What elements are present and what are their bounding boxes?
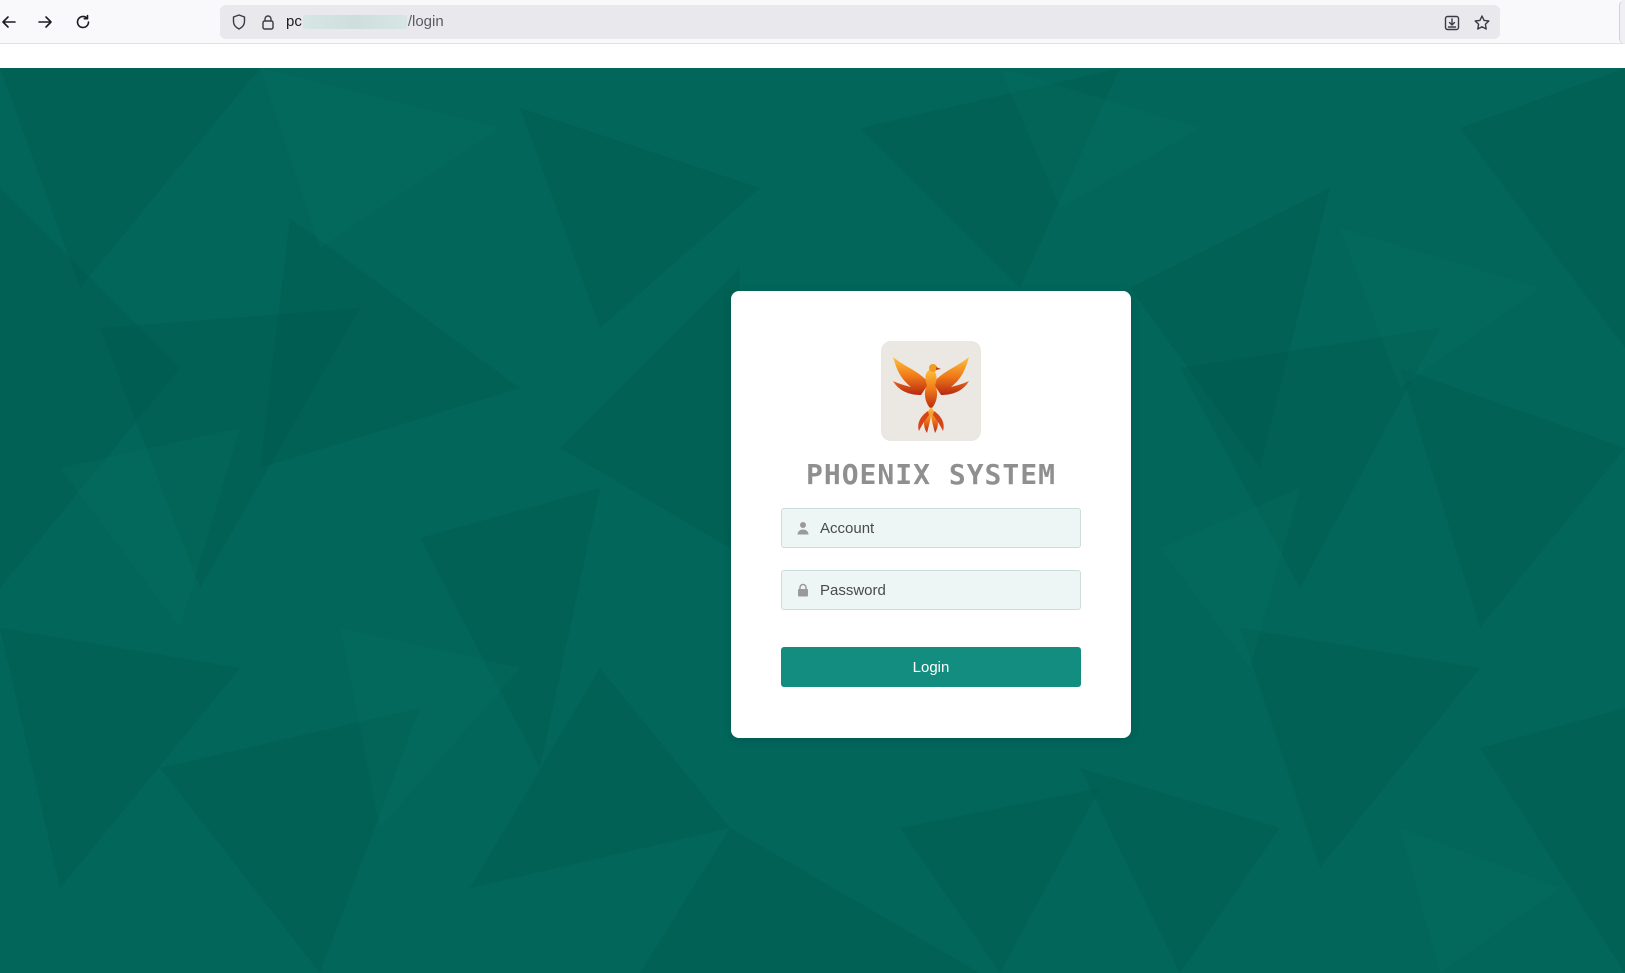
url-host: pc [286,13,302,30]
lock-icon[interactable] [259,13,277,31]
reload-icon [76,14,90,29]
phoenix-logo [881,341,981,441]
back-arrow-icon [2,16,16,28]
phoenix-icon [893,357,969,433]
forward-button[interactable] [30,7,60,37]
system-title: PHOENIX SYSTEM [805,458,1056,491]
save-to-device-icon [1444,15,1460,31]
page-top-strip [0,44,1625,68]
account-field[interactable] [781,508,1081,548]
url-path: /login [407,13,444,30]
url-text[interactable]: pc/login [286,5,444,39]
url-redacted-segment [302,15,407,30]
password-field[interactable] [781,570,1081,610]
bookmark-star-icon [1474,15,1490,30]
save-to-device-button[interactable] [1442,13,1462,33]
tracking-shield-icon[interactable] [230,13,248,31]
lock-icon [796,583,810,597]
login-card: PHOENIX SYSTEM Login [731,291,1131,738]
reload-button[interactable] [68,7,98,37]
back-button[interactable] [0,7,24,37]
bookmark-button[interactable] [1472,13,1492,33]
sidebar-edge [1619,0,1625,44]
login-button[interactable]: Login [781,647,1081,687]
account-input[interactable] [818,509,1076,547]
browser-toolbar: pc/login [0,0,1625,44]
forward-arrow-icon [38,16,52,28]
user-icon [796,521,810,535]
password-input[interactable] [818,571,1076,609]
address-bar[interactable]: pc/login [220,5,1500,39]
